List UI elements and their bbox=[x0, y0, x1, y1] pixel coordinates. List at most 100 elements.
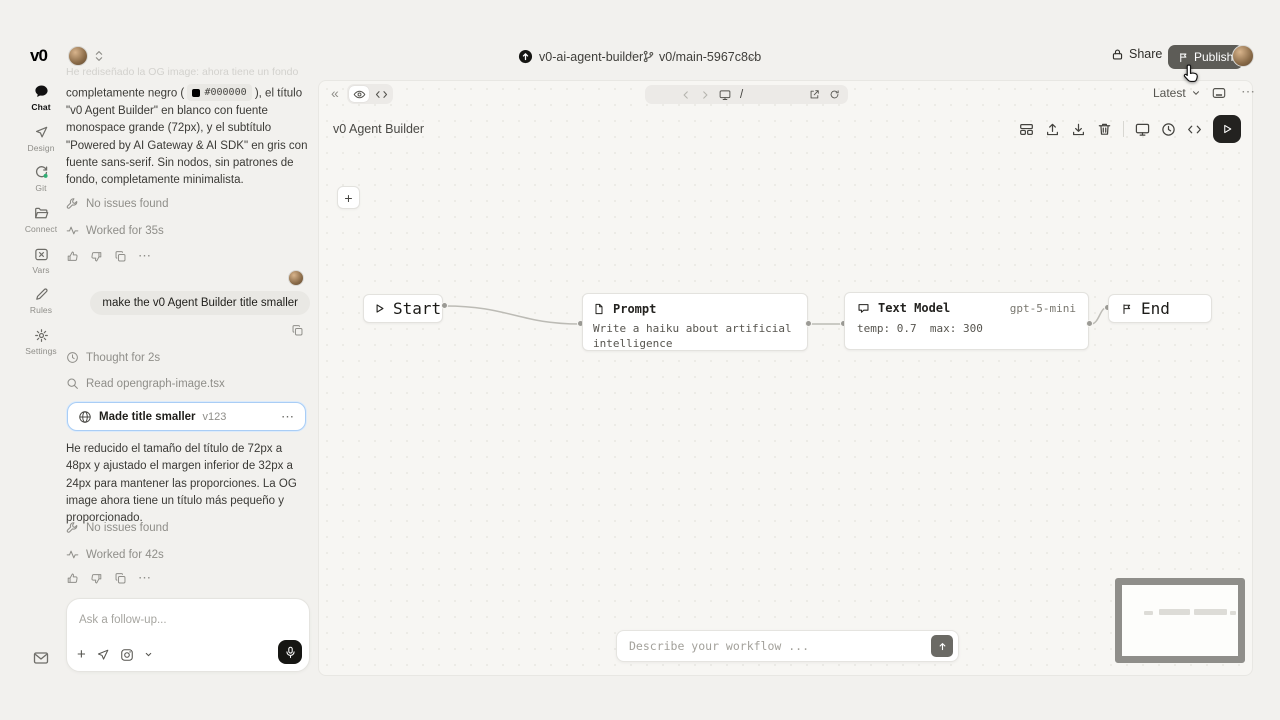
sidebar-label: Git bbox=[35, 183, 46, 193]
publish-label: Publish bbox=[1194, 50, 1233, 64]
copy-icon[interactable] bbox=[114, 572, 127, 585]
canvas-minimap[interactable] bbox=[1115, 578, 1245, 663]
node-text-model[interactable]: Text Model gpt-5-mini temp: 0.7 max: 300 bbox=[844, 292, 1089, 350]
copy-icon[interactable] bbox=[114, 250, 127, 263]
breadcrumb-slash: / bbox=[630, 49, 634, 64]
media-source-icon[interactable] bbox=[120, 648, 134, 662]
chevron-down-icon[interactable] bbox=[144, 650, 153, 659]
more-actions-icon[interactable]: ⋯ bbox=[138, 248, 152, 264]
thumbs-up-icon[interactable] bbox=[66, 572, 79, 585]
version-title: Made title smaller bbox=[99, 411, 196, 423]
chat-composer: + bbox=[66, 598, 310, 672]
node-params: temp: 0.7 max: 300 bbox=[857, 321, 1076, 336]
user-avatar[interactable] bbox=[1232, 45, 1254, 67]
workflow-composer bbox=[616, 630, 959, 662]
sidebar-label: Design bbox=[27, 143, 54, 153]
connection-handle[interactable] bbox=[805, 320, 812, 327]
more-actions-icon[interactable]: ⋯ bbox=[138, 570, 152, 586]
scrolled-text-remnant: He rediseñado la OG image: ahora tiene u… bbox=[66, 66, 312, 78]
copy-user-message-icon[interactable] bbox=[291, 324, 304, 337]
thought-step[interactable]: Thought for 2s bbox=[66, 351, 160, 364]
globe-icon bbox=[78, 410, 92, 424]
sidebar-label: Rules bbox=[30, 305, 52, 315]
read-file-step[interactable]: Read opengraph-image.tsx bbox=[66, 377, 225, 390]
sidebar-item-rules[interactable]: Rules bbox=[24, 287, 58, 315]
activity-icon bbox=[66, 224, 79, 237]
followup-input[interactable] bbox=[79, 614, 297, 626]
connection-handle[interactable] bbox=[441, 302, 448, 309]
flag-icon bbox=[1121, 303, 1133, 315]
workflow-edges bbox=[319, 81, 1254, 677]
attach-plus-icon[interactable]: + bbox=[77, 646, 86, 663]
user-message-bubble: make the v0 Agent Builder title smaller bbox=[90, 291, 310, 315]
assistant-message: completamente negro ( #000000 ), el títu… bbox=[66, 84, 308, 189]
message-actions: ⋯ bbox=[66, 248, 152, 264]
sidebar-item-chat[interactable]: Chat bbox=[24, 84, 58, 112]
sidebar-label: Vars bbox=[32, 265, 49, 275]
design-cursor-icon[interactable] bbox=[96, 648, 110, 662]
mic-icon bbox=[284, 646, 297, 659]
arrow-up-icon bbox=[937, 641, 948, 652]
document-icon bbox=[593, 303, 605, 315]
share-label: Share bbox=[1129, 47, 1162, 61]
thumbs-up-icon[interactable] bbox=[66, 250, 79, 263]
lock-icon bbox=[1111, 48, 1124, 61]
sidebar-item-design[interactable]: Design bbox=[24, 125, 58, 153]
feedback-mail-icon[interactable] bbox=[33, 650, 49, 666]
branch-chevron-down-icon[interactable] bbox=[747, 53, 758, 64]
worked-status: Worked for 42s bbox=[66, 548, 164, 561]
chat-panel: He rediseñado la OG image: ahora tiene u… bbox=[64, 64, 312, 672]
workflow-input[interactable] bbox=[629, 639, 931, 653]
share-button[interactable]: Share bbox=[1111, 47, 1162, 61]
node-label: End bbox=[1141, 299, 1170, 318]
color-swatch-chip: #000000 bbox=[187, 84, 251, 101]
message-actions: ⋯ bbox=[66, 570, 152, 586]
search-icon bbox=[66, 377, 79, 390]
version-card[interactable]: Made title smaller v123 ⋯ bbox=[67, 402, 306, 431]
design-cursor-icon bbox=[34, 125, 49, 140]
node-label: Start bbox=[393, 299, 441, 318]
message-bubble-icon bbox=[857, 302, 870, 315]
project-name[interactable]: v0-ai-agent-builder bbox=[539, 50, 643, 64]
publish-flag-icon bbox=[1178, 52, 1189, 63]
issues-status: No issues found bbox=[66, 197, 168, 210]
wrench-icon bbox=[66, 521, 79, 534]
version-number: v123 bbox=[203, 411, 227, 423]
black-swatch bbox=[192, 89, 200, 97]
workspace-switcher-icon[interactable] bbox=[92, 49, 106, 63]
mic-button[interactable] bbox=[278, 640, 302, 664]
folder-icon bbox=[34, 206, 49, 221]
thumbs-down-icon[interactable] bbox=[90, 572, 103, 585]
play-icon bbox=[374, 303, 385, 314]
sidebar-item-vars[interactable]: Vars bbox=[24, 247, 58, 275]
pencil-icon bbox=[34, 287, 49, 302]
sidebar-label: Connect bbox=[25, 224, 57, 234]
branch-name[interactable]: v0/main-5967c8cb bbox=[659, 50, 761, 64]
node-prompt[interactable]: Prompt Write a haiku about artificial in… bbox=[582, 293, 808, 351]
version-menu-icon[interactable]: ⋯ bbox=[281, 409, 295, 425]
node-label: Text Model bbox=[878, 301, 950, 315]
activity-icon bbox=[66, 548, 79, 561]
node-start[interactable]: Start bbox=[363, 294, 443, 323]
thumbs-down-icon[interactable] bbox=[90, 250, 103, 263]
sidebar-item-connect[interactable]: Connect bbox=[24, 206, 58, 234]
v0-logo[interactable]: v0 bbox=[30, 46, 47, 66]
sidebar-item-git[interactable]: Git bbox=[24, 165, 58, 193]
model-badge: gpt-5-mini bbox=[1010, 302, 1076, 315]
workspace-avatar[interactable] bbox=[68, 46, 88, 66]
gear-icon bbox=[34, 328, 49, 343]
connection-handle[interactable] bbox=[1086, 320, 1093, 327]
node-end[interactable]: End bbox=[1108, 294, 1212, 323]
thought-clock-icon bbox=[66, 351, 79, 364]
user-message-avatar bbox=[288, 270, 304, 286]
sidebar-label: Chat bbox=[31, 102, 50, 112]
project-status-icon bbox=[518, 49, 533, 64]
preview-panel: « / Latest ⋯ v0 A bbox=[318, 80, 1253, 676]
issues-status: No issues found bbox=[66, 521, 168, 534]
sidebar-item-settings[interactable]: Settings bbox=[24, 328, 58, 356]
wrench-icon bbox=[66, 197, 79, 210]
submit-workflow-button[interactable] bbox=[931, 635, 953, 657]
vars-icon bbox=[34, 247, 49, 262]
sidebar-label: Settings bbox=[25, 346, 57, 356]
git-branch-icon bbox=[642, 50, 655, 63]
